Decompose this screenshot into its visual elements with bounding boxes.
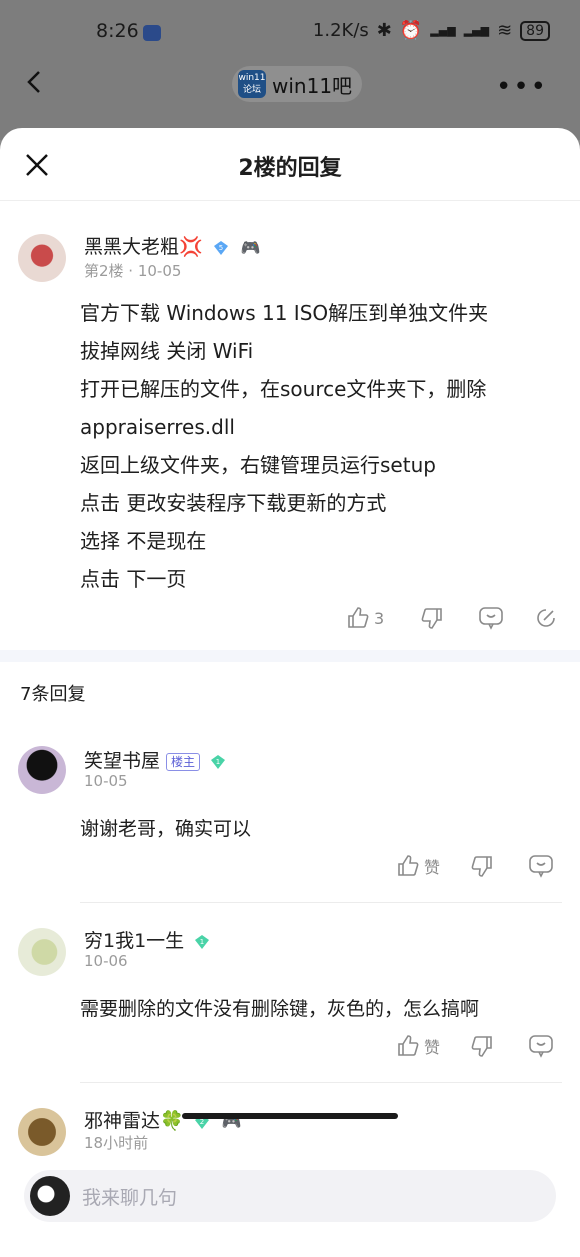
reply-author[interactable]: 笑望书屋 楼主 1 xyxy=(84,746,226,773)
reply-actions: 赞 xyxy=(396,854,554,878)
reply-actions: 赞 xyxy=(396,1034,554,1058)
reply-input-placeholder: 我来聊几句 xyxy=(82,1187,178,1209)
reply-author[interactable]: 穷1我1一生 1 xyxy=(84,926,210,953)
status-bar: 8:26 1.2K/s ✱ ⏰ ▂▄▆ ▂▄▆ ≋ 89 xyxy=(0,14,580,50)
like-button[interactable]: 3 xyxy=(346,606,384,630)
wifi-icon: ≋ xyxy=(497,20,513,41)
section-divider xyxy=(0,650,580,662)
top-nav: win11 论坛 win11吧 ••• xyxy=(0,60,580,106)
level-badge-number: 1 xyxy=(200,938,204,946)
post-content: 官方下载 Windows 11 ISO解压到单独文件夹 拔掉网线 关闭 WiFi… xyxy=(80,294,488,598)
level-badge-icon: 1 xyxy=(211,754,226,769)
post-author-name: 黑黑大老粗💢 xyxy=(84,236,203,258)
op-tag: 楼主 xyxy=(166,752,201,771)
status-time: 8:26 xyxy=(96,20,139,42)
share-icon xyxy=(537,609,555,627)
post-line: 拔掉网线 关闭 WiFi xyxy=(80,339,254,363)
comment-icon xyxy=(479,607,503,630)
like-label: 赞 xyxy=(424,858,441,877)
level-badge-number: 1 xyxy=(216,758,220,766)
thumbs-up-icon xyxy=(398,855,419,876)
post-line: 打开已解压的文件，在source文件夹下，删除 xyxy=(80,377,487,401)
reply-input[interactable]: 我来聊几句 xyxy=(24,1170,556,1222)
post-line: 点击 下一页 xyxy=(80,567,187,591)
avatar xyxy=(30,1176,70,1216)
thumbs-down-icon xyxy=(471,856,492,877)
like-button[interactable]: 赞 xyxy=(396,1034,440,1058)
share-button[interactable] xyxy=(534,606,558,630)
game-controller-icon: 🎮 xyxy=(240,238,261,257)
reply-text: 需要删除的文件没有删除键，灰色的，怎么搞啊 xyxy=(80,998,480,1020)
comment-button[interactable] xyxy=(478,606,504,630)
reply-divider xyxy=(80,1082,562,1083)
post-line: 官方下载 Windows 11 ISO解压到单独文件夹 xyxy=(80,301,489,325)
dislike-button[interactable] xyxy=(470,1034,494,1058)
signal-icon: ▂▄▆ xyxy=(430,24,456,37)
signal-icon-2: ▂▄▆ xyxy=(463,24,490,37)
like-label: 赞 xyxy=(424,1038,441,1057)
comment-button[interactable] xyxy=(528,854,554,878)
comment-icon xyxy=(529,1035,553,1058)
reply-author-name: 笑望书屋 xyxy=(84,750,161,772)
reply-sheet: 2楼的回复 黑黑大老粗💢 5 🎮 第2楼 · 10-05 官方下载 Window… xyxy=(0,128,580,1257)
reply-date: 10-06 xyxy=(84,952,128,970)
avatar[interactable] xyxy=(18,234,66,282)
dislike-button[interactable] xyxy=(470,854,494,878)
network-speed: 1.2K/s xyxy=(312,20,369,41)
avatar[interactable] xyxy=(18,1108,66,1156)
like-count: 3 xyxy=(374,608,385,628)
reply-date: 10-05 xyxy=(84,772,128,790)
forum-name: win11吧 xyxy=(272,73,353,98)
post-line: appraiserres.dll xyxy=(80,415,235,439)
sheet-header: 2楼的回复 xyxy=(0,128,580,201)
thumbs-down-icon xyxy=(421,608,442,629)
alarm-icon: ⏰ xyxy=(399,20,423,41)
reply-text: 谢谢老哥，确实可以 xyxy=(80,818,252,840)
post-line: 选择 不是现在 xyxy=(80,529,207,553)
level-badge-number: 5 xyxy=(218,244,222,252)
replies-count-title: 7条回复 xyxy=(20,684,86,705)
thumbs-down-icon xyxy=(471,1036,492,1057)
level-badge-icon: 5 xyxy=(213,240,228,255)
thumbs-up-icon xyxy=(398,1035,419,1056)
thumbs-up-icon xyxy=(348,607,369,628)
sheet-title: 2楼的回复 xyxy=(238,156,342,181)
avatar[interactable] xyxy=(18,928,66,976)
dislike-button[interactable] xyxy=(420,606,444,630)
comment-button[interactable] xyxy=(528,1034,554,1058)
like-button[interactable]: 赞 xyxy=(396,854,440,878)
post-line: 返回上级文件夹，右键管理员运行setup xyxy=(80,453,436,477)
app-notification-icon xyxy=(143,25,161,41)
back-icon[interactable] xyxy=(24,70,44,94)
more-icon[interactable]: ••• xyxy=(496,72,548,102)
reply-author[interactable]: 邪神雷达🍀 2 🎮 xyxy=(84,1106,242,1133)
post-author[interactable]: 黑黑大老粗💢 5 🎮 xyxy=(84,232,261,259)
post-meta: 第2楼 · 10-05 xyxy=(84,262,182,280)
input-bar: 我来聊几句 xyxy=(0,1158,580,1257)
level-badge-icon: 1 xyxy=(195,934,210,949)
bluetooth-icon: ✱ xyxy=(376,20,392,41)
comment-icon xyxy=(529,855,553,878)
post-line: 点击 更改安装程序下载更新的方式 xyxy=(80,491,387,515)
reply-author-name: 邪神雷达🍀 xyxy=(84,1110,184,1132)
post-actions: 3 xyxy=(346,606,558,630)
forum-logo: win11 论坛 xyxy=(238,70,266,98)
reply-date: 18小时前 xyxy=(84,1134,149,1152)
battery-icon: 89 xyxy=(520,20,550,41)
reply-author-name: 穷1我1一生 xyxy=(84,930,185,952)
reply-divider xyxy=(80,902,562,903)
forum-pill[interactable]: win11 论坛 win11吧 xyxy=(232,66,363,102)
avatar[interactable] xyxy=(18,746,66,794)
home-indicator xyxy=(182,1113,398,1119)
status-right: 1.2K/s ✱ ⏰ ▂▄▆ ▂▄▆ ≋ 89 xyxy=(313,20,550,41)
